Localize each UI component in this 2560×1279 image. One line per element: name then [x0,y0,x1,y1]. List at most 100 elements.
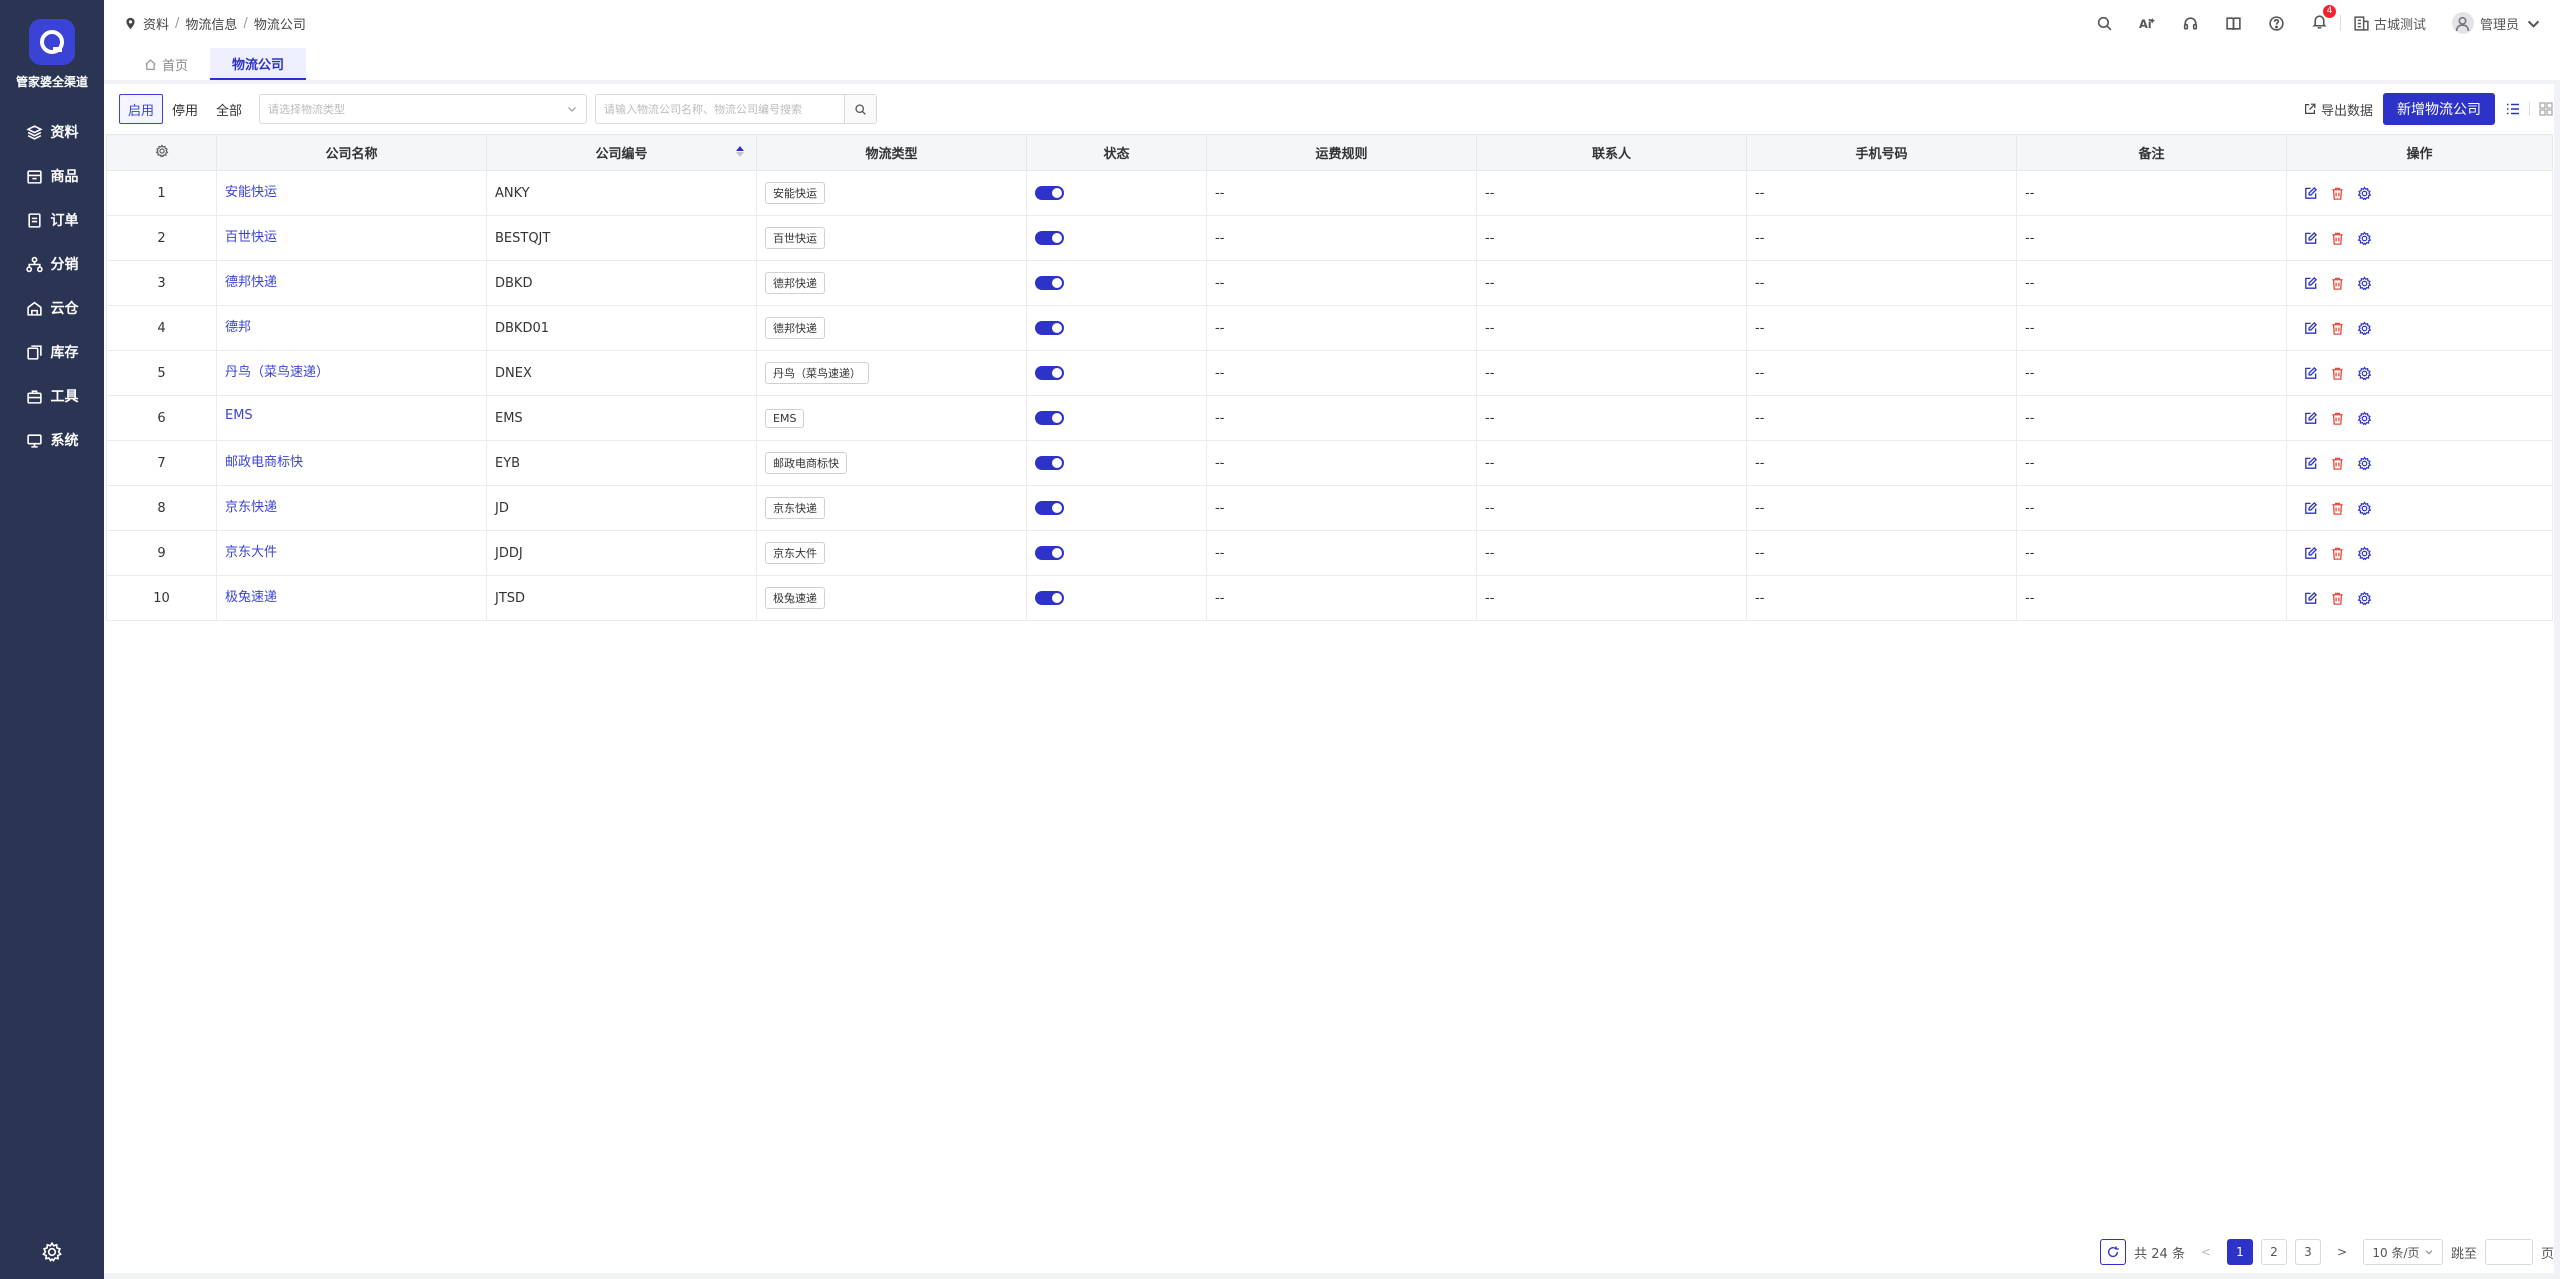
edit-icon[interactable] [2303,456,2318,471]
search-button[interactable] [844,95,877,123]
status-toggle[interactable] [1035,186,1064,200]
sidebar-item-tools[interactable]: 工具 [0,374,104,418]
sidebar-item-cloud-warehouse[interactable]: 云仓 [0,286,104,330]
company-name[interactable]: EMS [225,408,253,423]
company-name[interactable]: 邮政电商标快 [225,455,303,470]
edit-icon[interactable] [2303,411,2318,426]
delete-icon[interactable] [2330,186,2345,201]
search-icon[interactable] [2096,15,2113,32]
company-name[interactable]: 百世快运 [225,230,277,245]
settings-icon[interactable] [2357,365,2372,381]
company-name[interactable]: 极兔速递 [225,590,277,605]
table-row: 8 京东快递 JD 京东快递 -- -- -- -- [106,485,2553,531]
status-toggle[interactable] [1035,276,1064,290]
breadcrumb-item[interactable]: 物流信息 [185,14,237,33]
sort-icon[interactable] [736,146,744,157]
delete-icon[interactable] [2330,321,2345,336]
edit-icon[interactable] [2303,501,2318,516]
app-logo[interactable] [29,18,75,65]
tab-home[interactable]: 首页 [122,48,210,80]
edit-icon[interactable] [2303,321,2318,336]
settings-icon[interactable] [2357,275,2372,291]
jump-page-input[interactable] [2484,1239,2533,1265]
refresh-button[interactable] [2100,1239,2127,1265]
headset-icon[interactable] [2182,15,2199,32]
page-2-button[interactable]: 2 [2260,1239,2287,1265]
delete-icon[interactable] [2330,501,2345,516]
settings-icon[interactable] [2357,590,2372,606]
company-code: DBKD [486,260,757,306]
ai-icon[interactable]: Ai [2139,15,2156,32]
company-name[interactable]: 德邦快递 [225,275,277,290]
sidebar-item-orders[interactable]: 订单 [0,198,104,242]
delete-icon[interactable] [2330,591,2345,606]
edit-icon[interactable] [2303,276,2318,291]
org-switcher[interactable]: 古城测试 [2353,14,2426,33]
next-page-button[interactable]: > [2328,1239,2355,1265]
delete-icon[interactable] [2330,276,2345,291]
status-toggle[interactable] [1035,366,1064,380]
delete-icon[interactable] [2330,231,2345,246]
delete-icon[interactable] [2330,546,2345,561]
settings-icon[interactable] [2357,230,2372,246]
sidebar-item-system[interactable]: 系统 [0,418,104,462]
edit-icon[interactable] [2303,546,2318,561]
page-size-select[interactable]: 10 条/页 [2362,1239,2443,1265]
filter-all[interactable]: 全部 [207,94,252,124]
company-name[interactable]: 丹鸟（菜鸟速递） [225,365,329,380]
sidebar-item-goods[interactable]: 商品 [0,154,104,198]
settings-icon[interactable] [2357,410,2372,426]
delete-icon[interactable] [2330,366,2345,381]
prev-page-button[interactable]: < [2192,1239,2219,1265]
add-logistics-company-button[interactable]: 新增物流公司 [2383,93,2495,125]
company-name[interactable]: 德邦 [225,320,251,335]
status-toggle[interactable] [1035,231,1064,245]
edit-icon[interactable] [2303,366,2318,381]
settings-icon[interactable] [2357,500,2372,516]
status-toggle[interactable] [1035,591,1064,605]
help-icon[interactable] [2268,15,2285,32]
company-name[interactable]: 京东快递 [225,500,277,515]
company-name[interactable]: 京东大件 [225,545,277,560]
page-1-button[interactable]: 1 [2226,1239,2253,1265]
sidebar-item-inventory[interactable]: 库存 [0,330,104,374]
edit-icon[interactable] [2303,591,2318,606]
grid-view-icon[interactable] [2538,101,2554,117]
page-3-button[interactable]: 3 [2294,1239,2321,1265]
edit-icon[interactable] [2303,186,2318,201]
export-button[interactable]: 导出数据 [2303,100,2373,119]
status-toggle[interactable] [1035,546,1064,560]
sidebar-item-distribution[interactable]: 分销 [0,242,104,286]
sidebar-item-label: 工具 [50,389,79,405]
settings-icon[interactable] [2357,545,2372,561]
settings-gear-icon[interactable] [41,1241,63,1263]
notification-button[interactable]: 4 [2311,4,2336,34]
edit-icon[interactable] [2303,231,2318,246]
filter-enabled[interactable]: 启用 [119,94,164,124]
row-index: 10 [106,575,217,621]
column-settings-header[interactable] [106,134,217,171]
settings-icon[interactable] [2357,185,2372,201]
delete-icon[interactable] [2330,456,2345,471]
logistics-type-select[interactable]: 请选择物流类型 [259,94,588,124]
status-toggle[interactable] [1035,321,1064,335]
list-view-icon[interactable] [2505,101,2521,117]
top-bar: 资料 / 物流信息 / 物流公司 Ai 4 古城测试 管理员 [104,0,2560,46]
status-toggle[interactable] [1035,501,1064,515]
status-toggle[interactable] [1035,411,1064,425]
book-icon[interactable] [2225,15,2242,32]
column-header-code[interactable]: 公司编号 [486,134,757,171]
search-input[interactable] [596,95,845,123]
breadcrumb-item[interactable]: 资料 [143,14,169,33]
company-name[interactable]: 安能快运 [225,185,277,200]
settings-icon[interactable] [2357,320,2372,336]
contact: -- [1476,215,1747,261]
sidebar-item-label: 库存 [50,345,79,361]
delete-icon[interactable] [2330,411,2345,426]
filter-disabled[interactable]: 停用 [163,94,208,124]
tab-logistics-company[interactable]: 物流公司 [210,48,307,80]
settings-icon[interactable] [2357,455,2372,471]
status-toggle[interactable] [1035,456,1064,470]
user-menu[interactable]: 管理员 [2451,12,2542,34]
sidebar-item-data[interactable]: 资料 [0,110,104,154]
